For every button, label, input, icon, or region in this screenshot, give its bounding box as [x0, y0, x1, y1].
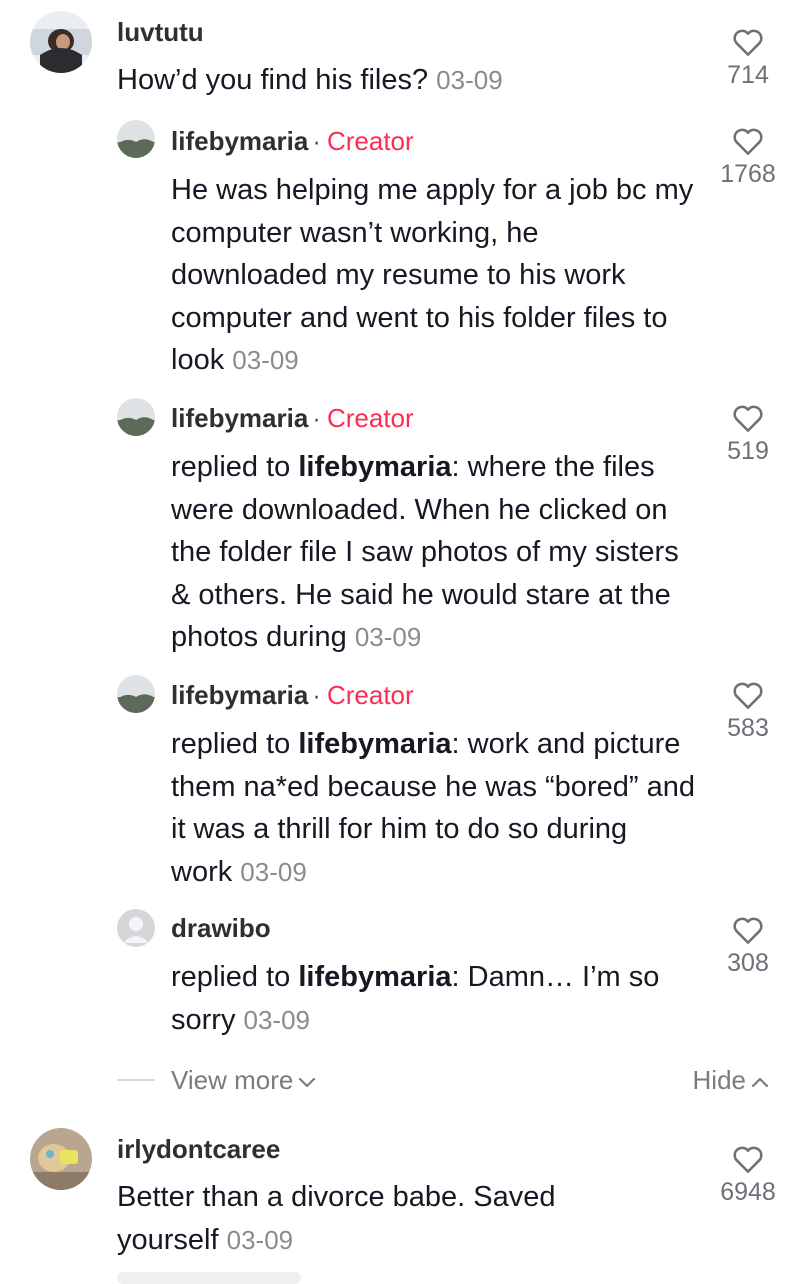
comment-text: replied to lifebymaria: work and picture…: [171, 728, 695, 888]
comment-text: He was helping me apply for a job bc my …: [171, 169, 696, 382]
view-more-label: View more: [171, 1065, 294, 1095]
avatar[interactable]: [30, 1128, 92, 1190]
username-text[interactable]: lifebymaria: [171, 680, 308, 710]
like-button[interactable]: 714: [713, 27, 783, 90]
timestamp: 03-09: [240, 856, 307, 887]
like-button[interactable]: 6948: [713, 1144, 783, 1207]
username[interactable]: irlydontcaree: [117, 1134, 280, 1165]
like-count: 308: [727, 949, 769, 977]
like-button[interactable]: 583: [713, 680, 783, 743]
avatar[interactable]: [117, 120, 155, 158]
comment-text: Better than a divorce babe. Saved yourse…: [117, 1176, 637, 1261]
comment-text: replied to lifebymaria: where the files …: [171, 451, 679, 653]
avatar[interactable]: [117, 909, 155, 947]
username[interactable]: lifebymaria · Creator: [171, 403, 414, 434]
username[interactable]: drawibo: [171, 913, 271, 944]
heart-outline-icon[interactable]: [732, 403, 764, 433]
heart-outline-icon[interactable]: [732, 680, 764, 710]
like-count: 6948: [720, 1178, 776, 1206]
comment-body: Better than a divorce babe. Saved yourse…: [117, 1181, 556, 1256]
reply-prefix: replied to: [171, 728, 291, 760]
timestamp: 03-09: [354, 622, 422, 652]
avatar[interactable]: [117, 675, 155, 713]
username[interactable]: luvtutu: [117, 17, 204, 48]
hide-label: Hide: [692, 1065, 746, 1095]
avatar[interactable]: [117, 398, 155, 436]
like-button[interactable]: 1768: [713, 126, 783, 189]
like-count: 1768: [720, 160, 776, 188]
timestamp: 03-09: [226, 1224, 294, 1255]
username[interactable]: lifebymaria · Creator: [171, 126, 414, 157]
like-count: 519: [727, 437, 769, 465]
reply-to-username[interactable]: lifebymaria: [298, 728, 451, 760]
comment-text: How’d you find his files? 03-09: [117, 59, 697, 102]
reply-prefix: replied to: [171, 961, 291, 993]
timestamp: 03-09: [232, 345, 299, 375]
username-text[interactable]: irlydontcaree: [117, 1134, 280, 1164]
timestamp: 03-09: [436, 65, 503, 95]
username[interactable]: lifebymaria · Creator: [171, 680, 414, 711]
username-text[interactable]: lifebymaria: [171, 403, 308, 433]
heart-outline-icon[interactable]: [732, 27, 764, 57]
view-more-button[interactable]: View more: [171, 1065, 317, 1096]
chevron-down-icon: [299, 1078, 316, 1088]
creator-badge: Creator: [326, 403, 414, 433]
separator-dot: ·: [312, 126, 321, 156]
comment-text: replied to lifebymaria: Damn… I’m so sor…: [171, 961, 660, 1036]
username-text[interactable]: drawibo: [171, 913, 271, 943]
like-count: 714: [727, 61, 769, 89]
timestamp: 03-09: [243, 1004, 311, 1035]
heart-outline-icon[interactable]: [732, 915, 764, 945]
creator-badge: Creator: [326, 126, 414, 156]
reply-prefix: replied to: [171, 451, 291, 483]
like-button[interactable]: 519: [713, 403, 783, 466]
reply-to-username[interactable]: lifebymaria: [298, 451, 451, 483]
heart-outline-icon[interactable]: [732, 126, 764, 156]
like-count: 583: [727, 714, 769, 742]
avatar[interactable]: [30, 11, 92, 73]
separator-dot: ·: [312, 403, 321, 433]
hide-button[interactable]: Hide: [693, 1065, 770, 1096]
comment-body: How’d you find his files?: [117, 64, 429, 96]
username-text[interactable]: lifebymaria: [171, 126, 308, 156]
divider: [117, 1079, 155, 1081]
view-replies-button[interactable]: [117, 1272, 301, 1284]
like-button[interactable]: 308: [713, 915, 783, 978]
separator-dot: ·: [312, 680, 321, 710]
heart-outline-icon[interactable]: [732, 1144, 764, 1174]
reply-to-username[interactable]: lifebymaria: [298, 961, 451, 993]
username-text[interactable]: luvtutu: [117, 17, 204, 47]
chevron-up-icon: [751, 1078, 769, 1088]
creator-badge: Creator: [326, 680, 414, 710]
